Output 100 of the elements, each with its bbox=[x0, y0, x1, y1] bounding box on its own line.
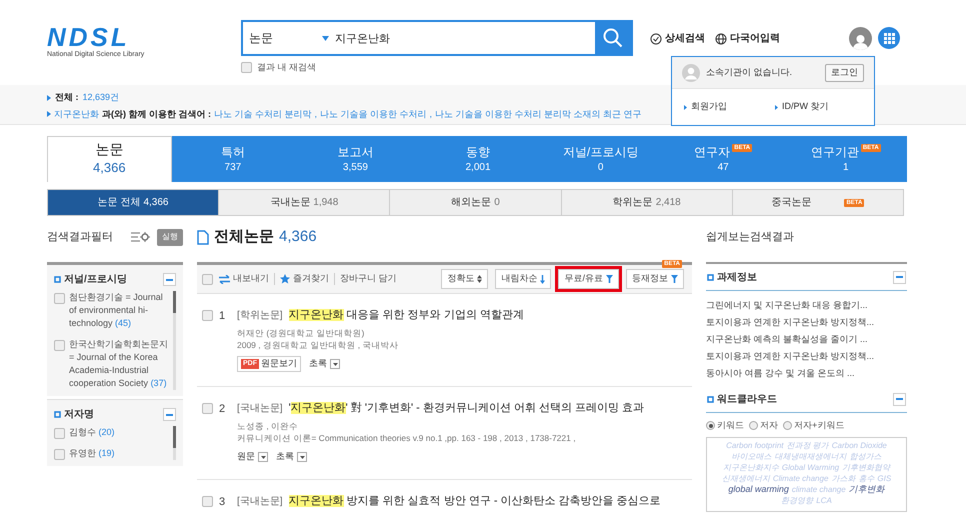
minus-icon bbox=[166, 414, 173, 416]
sort-arrows-icon bbox=[477, 275, 482, 283]
header-link[interactable]: 상세검색 bbox=[650, 31, 705, 46]
apps-button[interactable] bbox=[878, 27, 900, 49]
tab-label: 보고서 bbox=[337, 144, 374, 160]
result-meta: 허재안 (경원대학교 일반대학원) bbox=[237, 327, 366, 339]
expand-toggle[interactable]: 초록 bbox=[309, 356, 340, 372]
login-button[interactable]: 로그인 bbox=[825, 64, 864, 82]
section-title: 과제정보 bbox=[717, 270, 757, 284]
category-tab[interactable]: 보고서 3,559 bbox=[294, 136, 417, 182]
funnel-icon bbox=[606, 275, 613, 283]
result-checkbox[interactable] bbox=[202, 403, 213, 414]
related-label: 과(와) 함께 이용한 검색어 : bbox=[102, 108, 211, 121]
checkbox[interactable] bbox=[54, 340, 65, 351]
project-link[interactable]: 그린에너지 및 지구온난화 대응 융합기... bbox=[706, 297, 907, 314]
search-input[interactable]: 지구온난화 bbox=[333, 22, 595, 54]
filter-option[interactable]: 한국산학기술학회논문지 = Journal of the Korea Academia-Industrial cooperation Society (37) bbox=[69, 338, 169, 390]
checkbox[interactable] bbox=[54, 428, 65, 439]
toolbar-button[interactable]: 장바구니 담기 bbox=[340, 272, 397, 286]
search-button[interactable] bbox=[595, 22, 631, 54]
tab-count: 0 bbox=[494, 196, 500, 210]
search-box[interactable]: 논문 지구온난화 bbox=[241, 20, 633, 56]
category-tab[interactable]: 논문 4,366 bbox=[47, 136, 172, 182]
square-bullet-icon bbox=[54, 276, 61, 283]
sidebar-title: 쉽게보는검색결과 bbox=[706, 230, 795, 245]
result-type: [국내논문] bbox=[237, 494, 283, 508]
collapse-button[interactable] bbox=[163, 408, 176, 421]
toolbar-button[interactable]: 내보내기 bbox=[219, 272, 269, 286]
bullet-icon bbox=[47, 94, 51, 101]
results-count: 4,366 bbox=[279, 226, 317, 247]
collapse-button[interactable] bbox=[893, 392, 906, 406]
result-title-link[interactable]: 지구온난화 대응을 위한 정부와 기업의 역할관계 bbox=[288, 307, 524, 323]
result-meta: 노성종 , 이완수 bbox=[237, 420, 300, 432]
scrollbar[interactable] bbox=[173, 426, 176, 460]
subcategory-tab[interactable]: 국내논문 1,948 bbox=[218, 190, 390, 215]
filter-title: 검색결과필터 bbox=[47, 230, 114, 245]
caret-icon bbox=[300, 456, 304, 458]
result-title-link[interactable]: '지구온난화' 對 '기후변화' - 환경커뮤니케이션 어휘 선택의 프레이밍 효과 bbox=[288, 400, 644, 416]
category-tab[interactable]: 특허 737 bbox=[172, 136, 294, 182]
collapse-button[interactable] bbox=[893, 270, 906, 284]
check-circle-icon bbox=[650, 32, 662, 44]
popup-link[interactable]: 회원가입 bbox=[691, 100, 727, 114]
scrollbar-thumb[interactable] bbox=[173, 291, 176, 313]
radio-option[interactable]: 저자 bbox=[749, 419, 778, 432]
popup-link[interactable]: ID/PW 찾기 bbox=[782, 100, 828, 114]
down-arrow-icon bbox=[540, 274, 546, 284]
header-link[interactable]: 다국어입력 bbox=[715, 31, 780, 46]
tab-label: 저널/프로시딩 bbox=[562, 144, 638, 160]
caret-icon bbox=[332, 362, 338, 366]
tab-label: 논문 bbox=[95, 141, 124, 158]
bullet-icon bbox=[775, 104, 778, 110]
radio-option[interactable]: 키워드 bbox=[706, 419, 744, 432]
tab-count: 1,948 bbox=[313, 196, 338, 210]
result-title-link[interactable]: 지구온난화 방지를 위한 실효적 방안 연구 - 이산화탄소 감축방안을 중심으로 bbox=[288, 493, 661, 509]
scrollbar-thumb[interactable] bbox=[173, 426, 176, 448]
bullet-icon bbox=[47, 111, 51, 118]
filter-option[interactable]: 유영한 (19) bbox=[69, 447, 115, 460]
globe-icon bbox=[715, 32, 727, 44]
subcategory-tab[interactable]: 논문 전체 4,366 bbox=[48, 190, 218, 215]
expand-toggle[interactable]: 초록 bbox=[276, 449, 307, 465]
expand-toggle[interactable]: 원문 bbox=[237, 449, 268, 465]
category-tab[interactable]: 동향 2,001 bbox=[416, 136, 540, 182]
user-avatar-button[interactable] bbox=[849, 27, 872, 50]
cloud-word[interactable]: global warming bbox=[728, 484, 789, 494]
tab-count: 1 bbox=[842, 160, 849, 174]
separator: , bbox=[314, 108, 318, 120]
person-silhouette-icon bbox=[853, 33, 868, 50]
filter-option[interactable]: 첨단환경기술 = Journal of environmental hi-technology (45) bbox=[69, 291, 169, 330]
project-link[interactable]: 토지이용과 연계한 지구온난화 방지정책... bbox=[706, 348, 907, 365]
subcategory-tab[interactable]: 학위논문 2,418 bbox=[560, 190, 732, 215]
sort-button[interactable]: 등재정보 bbox=[626, 269, 684, 289]
tab-label: 특허 bbox=[220, 144, 245, 160]
tab-count: 0 bbox=[598, 160, 604, 174]
project-link[interactable]: 토지이용과 연계한 지구온난화 방지정책... bbox=[706, 314, 907, 331]
toolbar-button[interactable]: 즐겨찾기 bbox=[280, 272, 329, 286]
category-tab[interactable]: 저널/프로시딩 0 bbox=[539, 136, 662, 182]
star-icon bbox=[280, 274, 290, 284]
filter-group-title: 저널/프로시딩 bbox=[64, 273, 127, 287]
result-checkbox[interactable] bbox=[202, 310, 213, 321]
sort-button[interactable]: 정확도 bbox=[441, 269, 488, 289]
radio-option[interactable]: 저자+키워드 bbox=[783, 419, 844, 432]
result-checkbox[interactable] bbox=[202, 496, 213, 507]
cloud-word[interactable]: 기후변화 bbox=[848, 484, 885, 494]
swap-arrows-icon bbox=[219, 274, 230, 284]
project-link[interactable]: 지구온난화 예측의 불확실성을 줄이기 ... bbox=[706, 331, 907, 348]
subcategory-tab[interactable]: 해외논문 0 bbox=[389, 190, 561, 215]
sort-button[interactable]: 내림차순 bbox=[495, 269, 552, 289]
checkbox[interactable] bbox=[54, 293, 65, 304]
category-select[interactable]: 논문 bbox=[243, 29, 333, 47]
sort-button[interactable]: 무료/유료 bbox=[558, 269, 619, 289]
tab-label: 연구기관 bbox=[810, 144, 859, 160]
filter-option[interactable]: 김형수 (20) bbox=[69, 426, 115, 439]
result-number: 2 bbox=[219, 402, 226, 417]
total-count: 12,639건 bbox=[82, 91, 120, 104]
project-link[interactable]: 동아시아 여름 강수 및 겨울 온도의 ... bbox=[706, 365, 907, 382]
checkbox[interactable] bbox=[54, 449, 65, 460]
collapse-button[interactable] bbox=[163, 273, 176, 286]
caret-icon bbox=[260, 456, 266, 458]
select-all-checkbox[interactable] bbox=[202, 274, 213, 284]
checkbox[interactable] bbox=[241, 62, 252, 74]
